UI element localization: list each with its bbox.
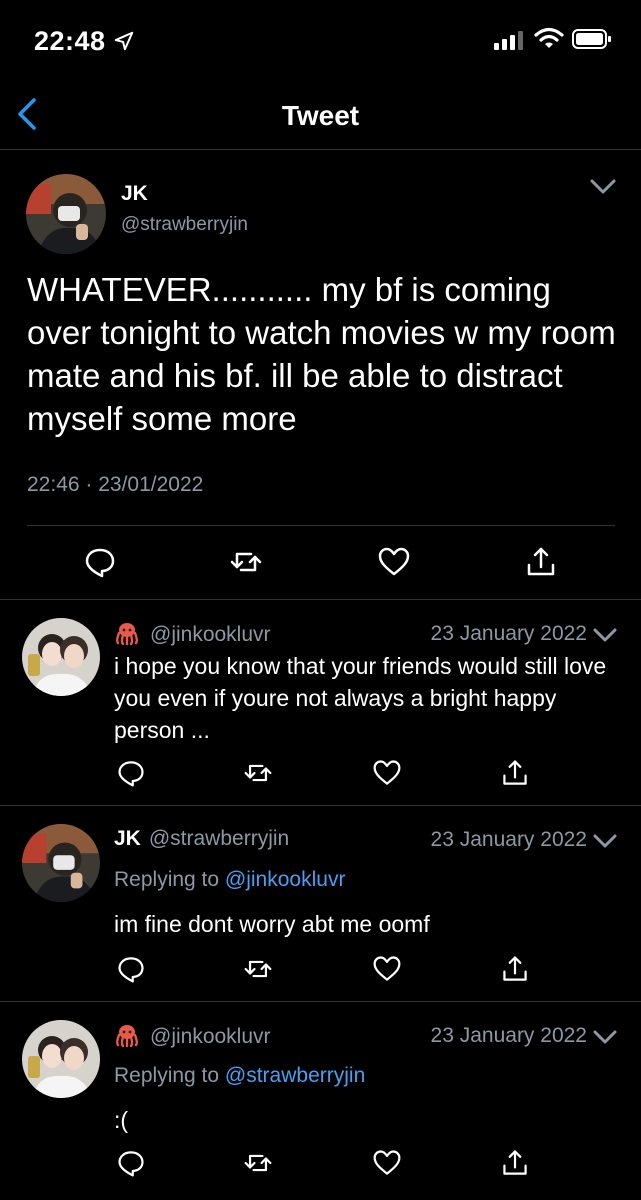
share-icon[interactable] bbox=[524, 545, 558, 579]
replying-to-handle[interactable]: @jinkookluvr bbox=[225, 868, 346, 891]
divider bbox=[27, 525, 615, 526]
author-name[interactable]: JK bbox=[121, 182, 148, 206]
reply-handle[interactable]: @strawberryjin bbox=[149, 827, 289, 850]
reply-handle[interactable]: @jinkookluvr bbox=[150, 623, 271, 646]
status-bar: 22:48 bbox=[0, 0, 641, 80]
retweet-icon[interactable] bbox=[243, 758, 273, 788]
author-handle[interactable]: @strawberryjin bbox=[121, 214, 248, 236]
share-icon[interactable] bbox=[500, 954, 530, 984]
reply-tweet[interactable]: @jinkookluvr 23 January 2022 Replying to… bbox=[0, 1002, 641, 1200]
octopus-icon bbox=[116, 623, 138, 645]
chevron-down-icon[interactable] bbox=[592, 833, 618, 851]
replying-to: Replying to @jinkookluvr bbox=[114, 868, 345, 892]
retweet-icon[interactable] bbox=[229, 545, 263, 579]
chevron-down-icon[interactable] bbox=[592, 1029, 618, 1047]
replying-to: Replying to @strawberryjin bbox=[114, 1064, 365, 1088]
reply-text: im fine dont worry abt me oomf bbox=[114, 911, 430, 937]
like-icon[interactable] bbox=[372, 758, 402, 788]
reply-actions bbox=[0, 1148, 641, 1184]
reply-date: 23 January 2022 bbox=[430, 1024, 587, 1047]
reply-actions bbox=[0, 954, 641, 990]
location-arrow-icon bbox=[114, 31, 134, 51]
reply-icon[interactable] bbox=[83, 545, 117, 579]
avatar[interactable] bbox=[22, 824, 100, 902]
status-time: 22:48 bbox=[34, 26, 106, 56]
reply-icon[interactable] bbox=[116, 1148, 146, 1178]
reply-tweet[interactable]: JK @strawberryjin 23 January 2022 Replyin… bbox=[0, 806, 641, 1002]
reply-header: JK @strawberryjin bbox=[114, 827, 289, 851]
battery-icon bbox=[572, 29, 611, 49]
octopus-icon bbox=[116, 1025, 138, 1047]
replying-to-label: Replying to bbox=[114, 868, 220, 891]
avatar[interactable] bbox=[26, 174, 106, 254]
avatar[interactable] bbox=[22, 1020, 100, 1098]
reply-name[interactable]: JK bbox=[114, 827, 141, 850]
reply-actions bbox=[0, 758, 641, 794]
tweet-actions bbox=[0, 545, 641, 585]
signal-bars-icon bbox=[494, 31, 523, 50]
reply-tweet[interactable]: @jinkookluvr 23 January 2022 i hope you … bbox=[0, 600, 641, 806]
reply-text: i hope you know that your friends would … bbox=[114, 653, 607, 743]
share-icon[interactable] bbox=[500, 1148, 530, 1178]
reply-icon[interactable] bbox=[116, 954, 146, 984]
reply-date: 23 January 2022 bbox=[430, 828, 587, 851]
replying-to-handle[interactable]: @strawberryjin bbox=[225, 1064, 365, 1087]
reply-header: @jinkookluvr bbox=[114, 1023, 271, 1049]
chevron-down-icon[interactable] bbox=[588, 176, 618, 198]
reply-text: :( bbox=[114, 1107, 129, 1133]
page-title: Tweet bbox=[281, 100, 360, 131]
replying-to-label: Replying to bbox=[114, 1064, 220, 1087]
chevron-down-icon[interactable] bbox=[592, 627, 618, 645]
like-icon[interactable] bbox=[372, 954, 402, 984]
tweet-timestamp[interactable]: 22:46 · 23/01/2022 bbox=[27, 473, 203, 497]
like-icon[interactable] bbox=[377, 545, 411, 579]
nav-header: Tweet bbox=[0, 80, 641, 150]
reply-handle[interactable]: @jinkookluvr bbox=[150, 1025, 271, 1048]
retweet-icon[interactable] bbox=[243, 1148, 273, 1178]
reply-date: 23 January 2022 bbox=[430, 622, 587, 645]
tweet-text: WHATEVER........... my bf is coming over… bbox=[27, 271, 616, 437]
wifi-icon bbox=[534, 27, 564, 48]
reply-header: @jinkookluvr bbox=[114, 621, 271, 647]
share-icon[interactable] bbox=[500, 758, 530, 788]
main-tweet: JK @strawberryjin WHATEVER........... my… bbox=[0, 150, 641, 600]
reply-icon[interactable] bbox=[116, 758, 146, 788]
avatar[interactable] bbox=[22, 618, 100, 696]
retweet-icon[interactable] bbox=[243, 954, 273, 984]
like-icon[interactable] bbox=[372, 1148, 402, 1178]
